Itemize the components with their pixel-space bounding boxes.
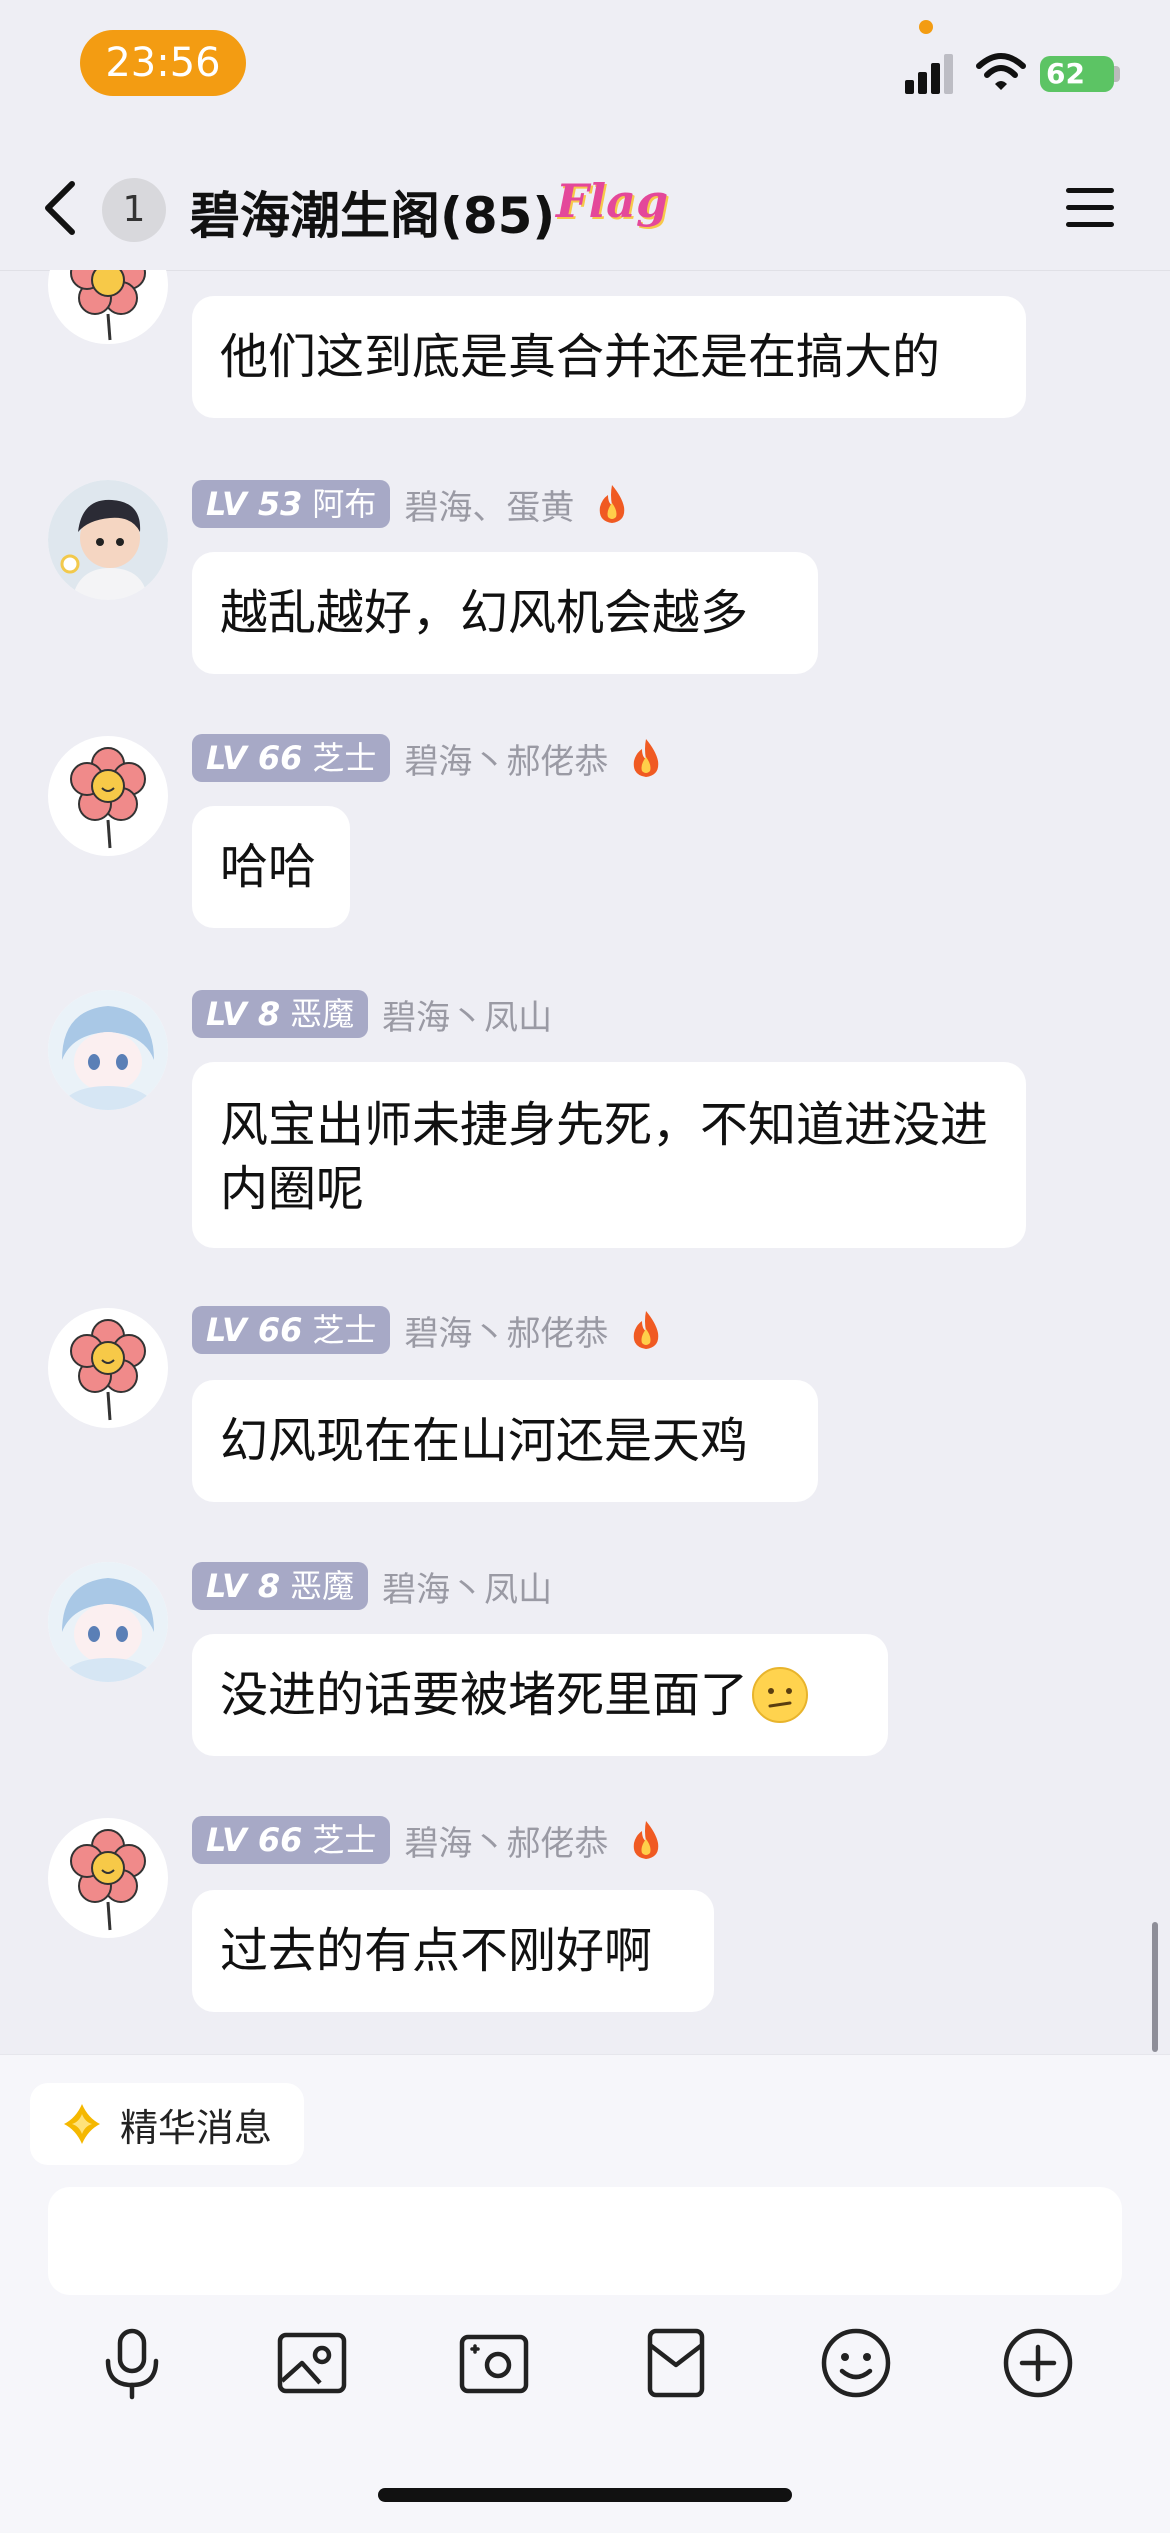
confused-emoji-icon — [752, 1667, 809, 1723]
flower-avatar-icon — [70, 1829, 146, 1931]
message-bubble[interactable]: 哈哈 — [192, 806, 350, 928]
menu-icon[interactable] — [1064, 184, 1116, 232]
battery-level: 62 — [1046, 57, 1085, 90]
unread-count-badge[interactable]: 1 — [102, 178, 166, 242]
level-badge: LV 66 芝士 — [192, 734, 391, 782]
message-bubble[interactable]: 风宝出师未捷身先死，不知道进没进内圈呢 — [192, 1062, 1026, 1248]
level-text: LV 8 — [206, 995, 281, 1033]
sender-avatar[interactable] — [48, 1562, 168, 1682]
level-text: LV 8 — [206, 1567, 281, 1605]
essence-messages-button[interactable]: 精华消息 — [30, 2083, 305, 2165]
level-badge: LV 66 芝士 — [192, 1816, 391, 1864]
anime-avatar-icon — [48, 990, 168, 1110]
level-text: LV 66 — [206, 1821, 303, 1859]
sender-avatar[interactable] — [48, 1308, 168, 1428]
member-title: 阿布 — [312, 485, 377, 523]
message-text: 过去的有点不刚好啊 — [220, 1923, 653, 1979]
microphone-icon[interactable] — [94, 2325, 170, 2401]
red-packet-icon[interactable] — [638, 2325, 714, 2401]
plus-icon[interactable] — [1000, 2325, 1076, 2401]
message-meta: LV 66 芝士 碧海丶郝佬恭 — [192, 1816, 664, 1864]
message-meta: LV 66 芝士 碧海丶郝佬恭 — [192, 734, 664, 782]
message-meta: LV 66 芝士 碧海丶郝佬恭 — [192, 1306, 664, 1354]
member-title: 芝士 — [312, 1821, 377, 1859]
level-badge: LV 53 阿布 — [192, 480, 391, 528]
fire-icon — [600, 485, 625, 523]
fire-icon — [634, 1821, 659, 1859]
back-arrow-icon[interactable] — [40, 178, 80, 238]
message-text: 越乱越好，幻风机会越多 — [220, 585, 749, 641]
flower-avatar-icon — [70, 1319, 146, 1421]
message-text: 风宝出师未捷身先死，不知道进没进内圈呢 — [220, 1097, 989, 1217]
home-indicator — [378, 2488, 792, 2502]
sender-avatar[interactable] — [48, 736, 168, 856]
essence-diamond-icon — [64, 2104, 100, 2144]
message-text: 哈哈 — [220, 839, 317, 895]
camera-icon[interactable] — [456, 2325, 532, 2401]
member-title: 芝士 — [312, 1311, 377, 1349]
level-text: LV 66 — [206, 1311, 303, 1349]
message-bubble[interactable]: 越乱越好，幻风机会越多 — [192, 552, 818, 674]
emoji-icon[interactable] — [818, 2325, 894, 2401]
battery-tip — [1114, 66, 1120, 82]
essence-label: 精华消息 — [120, 2105, 273, 2150]
boy-avatar-icon — [48, 480, 168, 600]
chat-header: 1 碧海潮生阁(85) Flag — [0, 140, 1170, 271]
sender-name[interactable]: 碧海丶郝佬恭 — [404, 1306, 608, 1355]
message-bubble[interactable]: 他们这到底是真合并还是在搞大的 — [192, 296, 1026, 418]
message-text: 没进的话要被堵死里面了 — [220, 1667, 749, 1723]
privacy-indicator-dot — [919, 20, 933, 34]
message-input[interactable] — [48, 2187, 1122, 2295]
cellular-signal-icon — [905, 54, 953, 94]
member-title: 芝士 — [312, 739, 377, 777]
message-text: 幻风现在在山河还是天鸡 — [220, 1413, 749, 1469]
level-badge: LV 66 芝士 — [192, 1306, 391, 1354]
sender-name[interactable]: 碧海丶郝佬恭 — [404, 1816, 608, 1865]
message-bubble[interactable]: 过去的有点不刚好啊 — [192, 1890, 714, 2012]
message-meta: LV 8 恶魔 碧海丶凤山 — [192, 990, 552, 1038]
flag-badge: Flag — [556, 174, 669, 228]
scrollbar-thumb[interactable] — [1152, 1922, 1158, 2052]
anime-avatar-icon — [48, 1562, 168, 1682]
status-time: 23:56 — [80, 30, 246, 96]
battery-indicator: 62 — [1040, 56, 1114, 92]
message-bubble[interactable]: 幻风现在在山河还是天鸡 — [192, 1380, 818, 1502]
message-bubble[interactable]: 没进的话要被堵死里面了 — [192, 1634, 888, 1756]
level-text: LV 66 — [206, 739, 303, 777]
sender-avatar[interactable] — [48, 480, 168, 600]
sender-name[interactable]: 碧海丶凤山 — [382, 1562, 552, 1611]
wifi-icon — [976, 53, 1026, 90]
member-title: 恶魔 — [290, 1567, 355, 1605]
fire-icon — [634, 1311, 659, 1349]
sender-avatar[interactable] — [48, 1818, 168, 1938]
sender-name[interactable]: 碧海丶凤山 — [382, 990, 552, 1039]
message-meta: LV 53 阿布 碧海、蛋黄 — [192, 480, 630, 528]
group-title[interactable]: 碧海潮生阁(85) — [190, 176, 555, 248]
sender-name[interactable]: 碧海丶郝佬恭 — [404, 734, 608, 783]
message-text: 他们这到底是真合并还是在搞大的 — [220, 329, 941, 385]
sender-name[interactable]: 碧海、蛋黄 — [404, 480, 574, 529]
member-title: 恶魔 — [290, 995, 355, 1033]
level-badge: LV 8 恶魔 — [192, 990, 369, 1038]
photo-icon[interactable] — [274, 2325, 350, 2401]
sender-avatar[interactable] — [48, 990, 168, 1110]
chat-input-area: 精华消息 — [0, 2054, 1170, 2533]
level-badge: LV 8 恶魔 — [192, 1562, 369, 1610]
fire-icon — [634, 739, 659, 777]
level-text: LV 53 — [206, 485, 303, 523]
flower-avatar-icon — [70, 747, 146, 849]
message-meta: LV 8 恶魔 碧海丶凤山 — [192, 1562, 552, 1610]
status-bar: 23:56 62 — [0, 0, 1170, 140]
